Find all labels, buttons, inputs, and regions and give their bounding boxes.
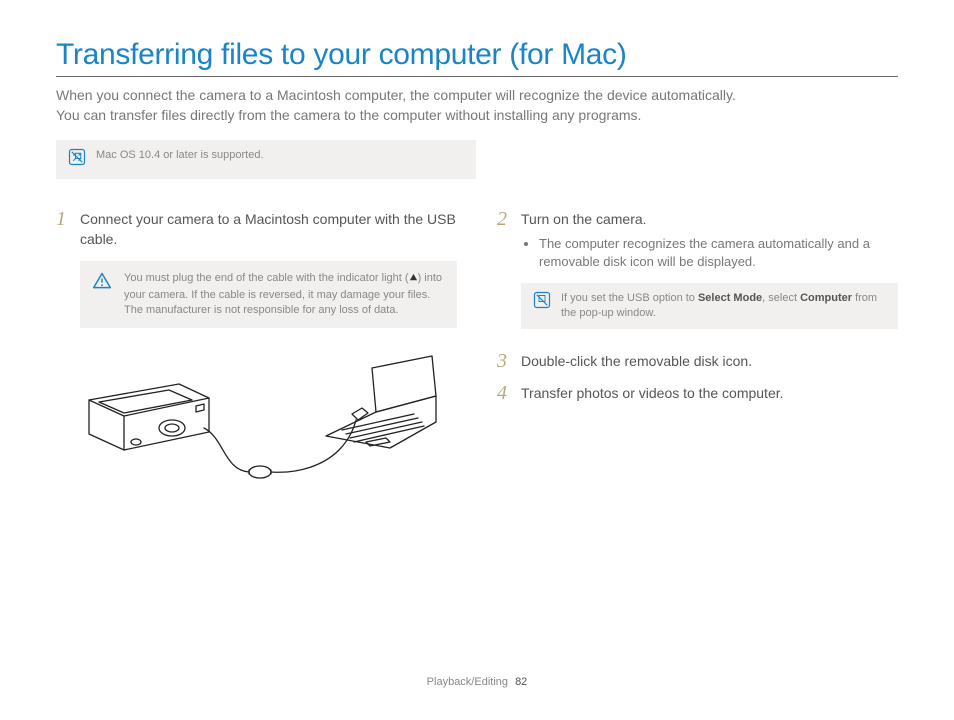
step-2-bullets: The computer recognizes the camera autom… [539,235,898,271]
step-text: Turn on the camera. The computer recogni… [521,209,898,272]
triangle-up-icon [409,272,418,287]
tip-mid: , select [762,292,800,304]
step-text: Transfer photos or videos to the compute… [521,383,784,403]
tip-pre: If you set the USB option to [561,292,698,304]
content-columns: 1 Connect your camera to a Macintosh com… [56,209,898,506]
note-icon [533,291,551,314]
step-number: 3 [497,351,511,371]
intro-line-1: When you connect the camera to a Macinto… [56,87,736,103]
manual-page: Transferring files to your computer (for… [0,0,954,720]
step-1: 1 Connect your camera to a Macintosh com… [56,209,457,250]
step-2: 2 Turn on the camera. The computer recog… [497,209,898,272]
left-column: 1 Connect your camera to a Macintosh com… [56,209,457,506]
warn-pre: You must plug the end of the cable with … [124,272,409,284]
usb-mode-tip-text: If you set the USB option to Select Mode… [561,291,886,321]
cable-warning-box: You must plug the end of the cable with … [80,261,457,328]
step-4: 4 Transfer photos or videos to the compu… [497,383,898,403]
intro-line-2: You can transfer files directly from the… [56,107,641,123]
step-2-bullet-1: The computer recognizes the camera autom… [539,235,898,271]
step-2-text: Turn on the camera. [521,211,647,227]
cable-warning-text: You must plug the end of the cable with … [124,271,443,318]
step-number: 1 [56,209,70,250]
step-text: Double-click the removable disk icon. [521,351,752,371]
step-number: 4 [497,383,511,403]
footer-page-number: 82 [515,676,527,688]
step-number: 2 [497,209,511,272]
step-text: Connect your camera to a Macintosh compu… [80,209,457,250]
footer-section: Playback/Editing [427,676,508,688]
camera-to-laptop-illustration [74,350,457,505]
step-3: 3 Double-click the removable disk icon. [497,351,898,371]
note-icon [68,148,86,171]
tip-bold-computer: Computer [800,292,852,304]
os-support-text: Mac OS 10.4 or later is supported. [96,148,264,163]
intro-text: When you connect the camera to a Macinto… [56,85,898,126]
warning-icon [92,271,112,296]
page-title: Transferring files to your computer (for… [56,38,898,77]
os-support-note: Mac OS 10.4 or later is supported. [56,140,476,179]
usb-mode-tip: If you set the USB option to Select Mode… [521,283,898,329]
tip-bold-select-mode: Select Mode [698,292,762,304]
right-column: 2 Turn on the camera. The computer recog… [497,209,898,506]
page-footer: Playback/Editing 82 [0,676,954,688]
